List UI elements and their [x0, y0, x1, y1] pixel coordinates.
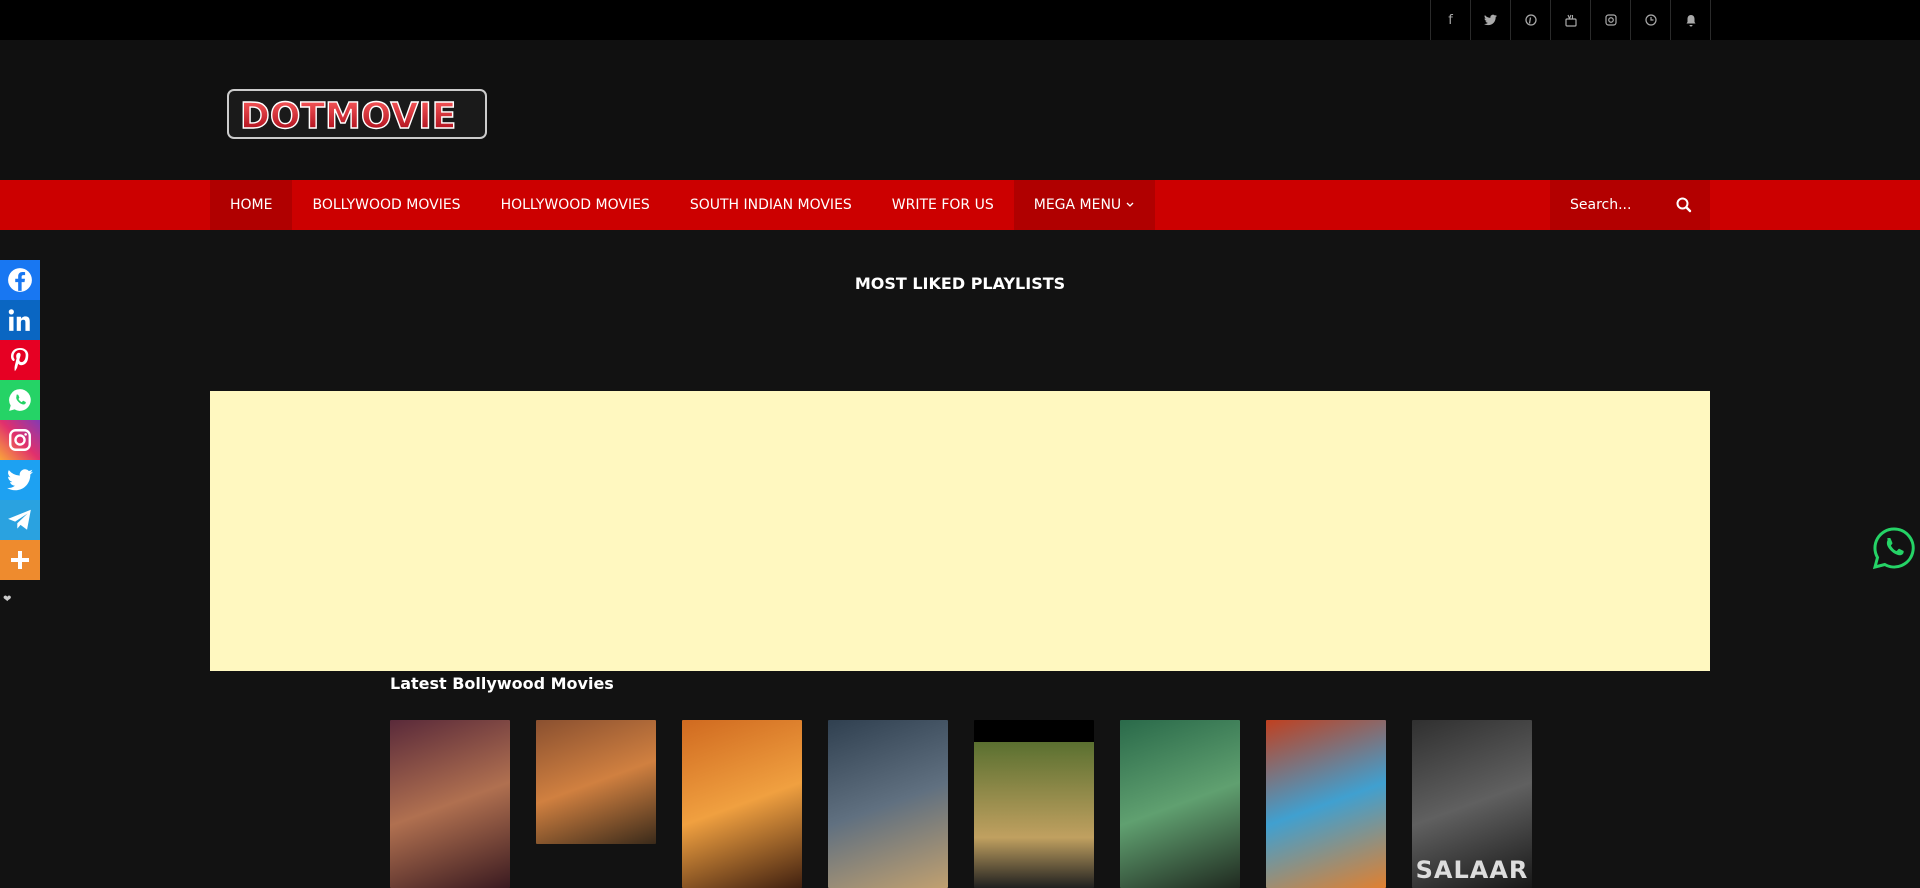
top-bar: f — [0, 0, 1920, 40]
share-more-icon[interactable] — [0, 540, 40, 580]
youtube-icon[interactable] — [1551, 0, 1591, 40]
bell-icon[interactable] — [1671, 0, 1711, 40]
share-linkedin-icon[interactable] — [0, 300, 40, 340]
facebook-icon[interactable]: f — [1431, 0, 1471, 40]
latest-movies-heading: Latest Bollywood Movies — [390, 674, 614, 693]
page-title: MOST LIKED PLAYLISTS — [854, 274, 1066, 293]
instagram-icon[interactable] — [1591, 0, 1631, 40]
movie-poster[interactable] — [682, 720, 802, 888]
share-twitter-icon[interactable] — [0, 460, 40, 500]
nav-item-south-indian-movies[interactable]: SOUTH INDIAN MOVIES — [670, 180, 872, 230]
movie-poster[interactable] — [974, 720, 1094, 888]
clock-icon[interactable] — [1631, 0, 1671, 40]
nav-item-home[interactable]: HOME — [210, 180, 293, 230]
pinterest-icon[interactable] — [1511, 0, 1551, 40]
share-facebook-icon[interactable] — [0, 260, 40, 300]
svg-text:DOTMOVIE: DOTMOVIE — [240, 96, 456, 137]
site-header: DOTMOVIE — [0, 40, 1920, 180]
movie-poster[interactable] — [1120, 720, 1240, 888]
nav-item-hollywood-movies[interactable]: HOLLYWOOD MOVIES — [481, 180, 670, 230]
top-social-links: f — [1430, 0, 1711, 40]
twitter-icon[interactable] — [1471, 0, 1511, 40]
movie-list: SALAAR — [390, 720, 1532, 888]
movie-poster[interactable] — [828, 720, 948, 888]
share-telegram-icon[interactable] — [0, 500, 40, 540]
nav-menu: HOME BOLLYWOOD MOVIES HOLLYWOOD MOVIES S… — [210, 180, 1156, 230]
movie-poster[interactable] — [1266, 720, 1386, 888]
advertisement-area[interactable] — [210, 391, 1710, 671]
whatsapp-chat-icon[interactable] — [1872, 526, 1916, 570]
movie-caption: SALAAR — [1415, 856, 1529, 884]
chevron-collapse-icon[interactable]: ❤ — [3, 594, 11, 605]
main-navigation: HOME BOLLYWOOD MOVIES HOLLYWOOD MOVIES S… — [0, 180, 1920, 230]
movie-poster[interactable]: SALAAR — [1412, 720, 1532, 888]
movie-poster[interactable] — [536, 720, 656, 844]
search-form — [1550, 180, 1710, 230]
site-logo[interactable]: DOTMOVIE — [226, 88, 488, 140]
search-icon[interactable] — [1674, 195, 1694, 215]
nav-item-write-for-us[interactable]: WRITE FOR US — [872, 180, 1014, 230]
movie-poster[interactable] — [390, 720, 510, 888]
floating-share-bar — [0, 260, 40, 580]
nav-item-mega-menu[interactable]: MEGA MENU — [1013, 180, 1156, 230]
chevron-down-icon — [1126, 202, 1134, 207]
search-input[interactable] — [1550, 197, 1670, 213]
share-instagram-icon[interactable] — [0, 420, 40, 460]
share-whatsapp-icon[interactable] — [0, 380, 40, 420]
share-pinterest-icon[interactable] — [0, 340, 40, 380]
nav-item-bollywood-movies[interactable]: BOLLYWOOD MOVIES — [292, 180, 480, 230]
